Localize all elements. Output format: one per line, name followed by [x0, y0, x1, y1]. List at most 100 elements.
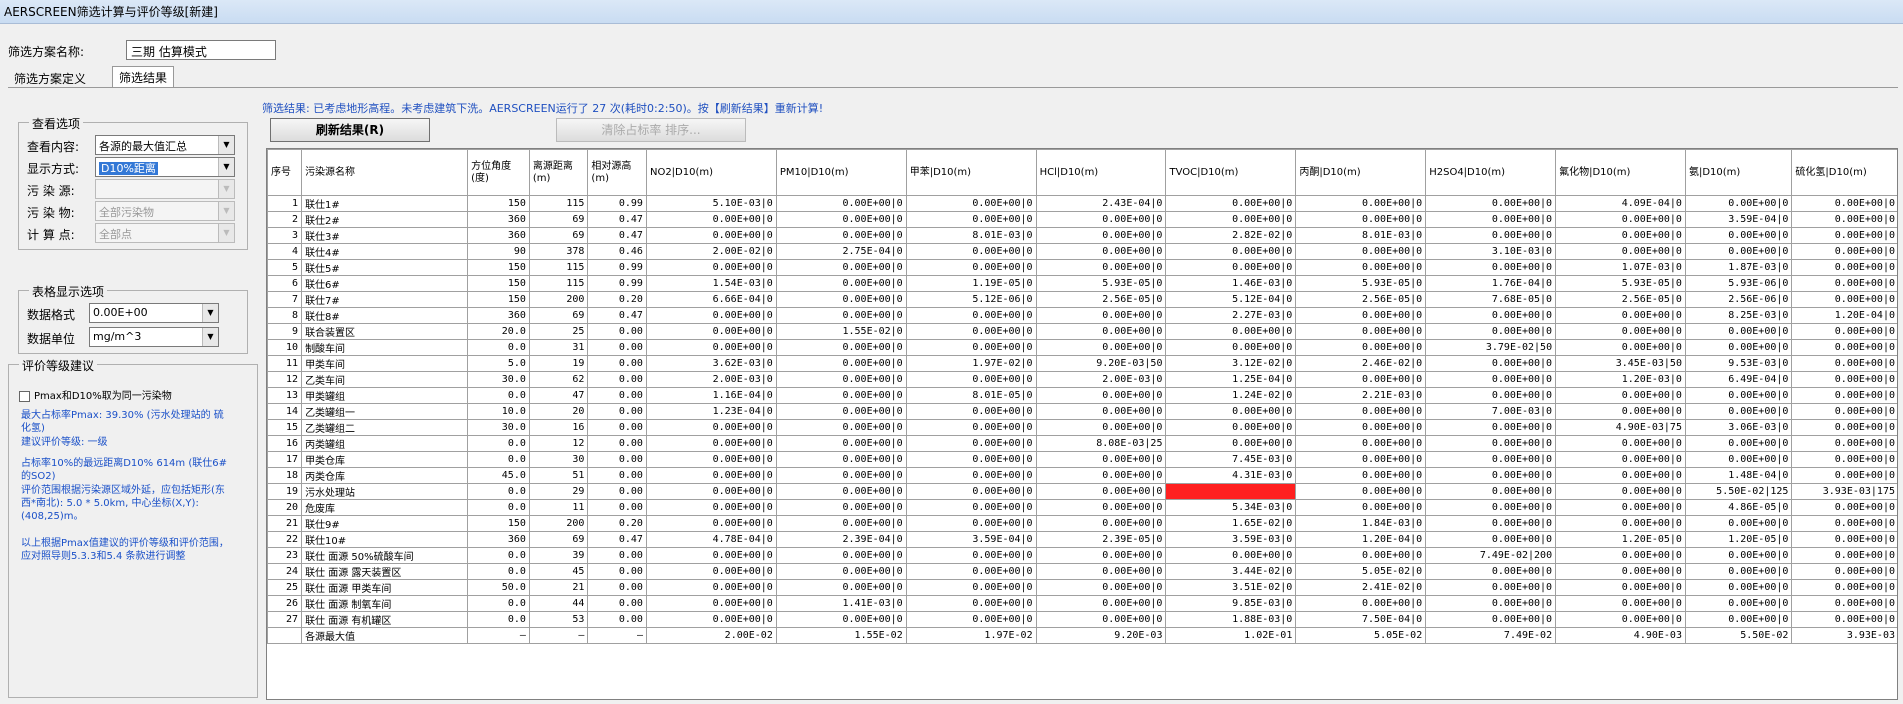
table-cell[interactable]: 联仕 面源 露天装置区 — [301, 563, 469, 580]
table-cell[interactable]: 0.00E+00|0 — [1555, 435, 1686, 452]
table-cell[interactable]: 3.59E-04|0 — [905, 531, 1037, 548]
table-row[interactable]: 14 乙类罐组一 10.0 20 0.00 1.23E-04|0 0.00E+00|0 0.0… — [267, 403, 1897, 420]
table-cell[interactable]: 150 — [467, 275, 530, 292]
table-cell[interactable]: 0.00E+00|0 — [1035, 339, 1167, 356]
table-cell[interactable]: 4.90E-03|75 — [1555, 419, 1686, 436]
table-cell[interactable]: 8.01E-05|0 — [905, 387, 1037, 404]
table-cell[interactable]: 0.0 — [467, 483, 530, 500]
table-cell[interactable]: 1.41E-03|0 — [775, 595, 907, 612]
content-select[interactable]: 各源的最大值汇总 ▼ — [95, 135, 235, 155]
table-cell[interactable]: 联仕6# — [301, 275, 469, 292]
table-cell[interactable]: 0.00E+00|0 — [645, 339, 777, 356]
table-cell[interactable]: 联仕1# — [301, 195, 469, 212]
max-row[interactable]: 各源最大值 — — —2.00E-02 1.55E-02 1.97E-02 9.20E-03… — [267, 627, 1897, 644]
table-cell[interactable]: 4.90E-03 — [1555, 627, 1686, 644]
table-cell[interactable]: 0.00E+00|0 — [1684, 339, 1793, 356]
table-cell[interactable]: 0.00E+00|0 — [1791, 451, 1897, 468]
table-cell[interactable]: 0.00E+00|0 — [905, 611, 1037, 628]
table-cell[interactable]: 5.12E-04|0 — [1165, 291, 1297, 308]
table-cell[interactable]: 0.00 — [587, 387, 647, 404]
table-cell[interactable]: 19 — [528, 355, 589, 372]
table-cell[interactable]: 0.00E+00|0 — [775, 227, 907, 244]
column-header[interactable]: 甲苯|D10(m) — [905, 149, 1037, 196]
table-cell[interactable]: 0.00E+00|0 — [905, 515, 1037, 532]
table-cell[interactable]: 2.27E-03|0 — [1165, 307, 1297, 324]
table-cell[interactable]: 乙类罐组一 — [301, 403, 469, 420]
table-cell[interactable]: 0.00E+00|0 — [905, 435, 1037, 452]
table-cell[interactable]: 7.49E-02 — [1425, 627, 1557, 644]
table-cell[interactable]: 联仕 面源 50%硫酸车间 — [301, 547, 469, 564]
table-cell[interactable]: 0.00E+00|0 — [1165, 323, 1297, 340]
table-cell[interactable]: 联仕8# — [301, 307, 469, 324]
table-cell[interactable]: 0.00 — [587, 323, 647, 340]
table-cell[interactable]: 0.00E+00|0 — [1684, 403, 1793, 420]
table-cell[interactable]: 0.00E+00|0 — [775, 483, 907, 500]
table-cell[interactable]: — — [467, 627, 530, 644]
table-cell[interactable]: 10 — [267, 339, 303, 356]
table-cell[interactable]: 0.00 — [587, 451, 647, 468]
table-cell[interactable]: 3.59E-03|0 — [1165, 531, 1297, 548]
table-cell[interactable]: 21 — [528, 579, 589, 596]
checkbox-box[interactable] — [19, 390, 30, 402]
table-cell[interactable]: 50.0 — [467, 579, 530, 596]
table-cell[interactable]: 0.00E+00|0 — [1791, 563, 1897, 580]
table-row[interactable]: 16 丙类罐组 0.0 12 0.00 0.00E+00|0 0.00E+00|0 0.00E… — [267, 435, 1897, 452]
table-cell[interactable]: 1.20E-04|0 — [1295, 531, 1427, 548]
table-cell[interactable]: 0.00 — [587, 339, 647, 356]
table-cell[interactable]: 0.00E+00|0 — [1555, 467, 1686, 484]
table-cell[interactable]: 0.00E+00|0 — [1791, 195, 1897, 212]
table-cell[interactable]: 24 — [267, 563, 303, 580]
table-cell[interactable]: 5.93E-05|0 — [1295, 275, 1427, 292]
table-cell[interactable]: 10.0 — [467, 403, 530, 420]
table-cell[interactable]: 0.00E+00|0 — [775, 211, 907, 228]
table-cell[interactable]: 0.00E+00|0 — [775, 611, 907, 628]
table-cell[interactable]: 0.00E+00|0 — [775, 435, 907, 452]
table-cell[interactable]: 0.00E+00|0 — [1035, 547, 1167, 564]
table-cell[interactable]: 90 — [467, 243, 530, 260]
table-cell[interactable]: 1.84E-03|0 — [1295, 515, 1427, 532]
table-cell[interactable]: 0.00 — [587, 403, 647, 420]
table-cell[interactable]: 0.0 — [467, 563, 530, 580]
table-cell[interactable]: 0.00E+00|0 — [1425, 499, 1557, 516]
table-cell[interactable]: 0.00E+00|0 — [1295, 243, 1427, 260]
table-cell[interactable]: 0.00E+00|0 — [1425, 323, 1557, 340]
table-cell[interactable]: 1.76E-04|0 — [1425, 275, 1557, 292]
table-cell[interactable]: 0.00E+00|0 — [1555, 339, 1686, 356]
table-cell[interactable]: 360 — [467, 531, 530, 548]
table-cell[interactable]: 3 — [267, 227, 303, 244]
table-cell[interactable]: 0.00 — [587, 547, 647, 564]
table-cell[interactable]: 0.00E+00|0 — [1035, 243, 1167, 260]
table-cell[interactable]: 0.00 — [587, 611, 647, 628]
table-cell[interactable]: 0.0 — [467, 339, 530, 356]
table-cell[interactable]: 0.00E+00|0 — [645, 211, 777, 228]
table-cell[interactable]: 6.66E-04|0 — [645, 291, 777, 308]
table-cell[interactable]: 1.02E-01|0 — [1165, 483, 1297, 500]
table-cell[interactable]: 1.16E-04|0 — [645, 387, 777, 404]
table-cell[interactable]: 1.07E-03|0 — [1555, 259, 1686, 276]
table-cell[interactable]: 0.00E+00|0 — [1555, 483, 1686, 500]
table-cell[interactable]: 2.56E-05|0 — [1555, 291, 1686, 308]
table-cell[interactable]: 0.00 — [587, 563, 647, 580]
table-cell[interactable]: 联合装置区 — [301, 323, 469, 340]
table-cell[interactable]: 39 — [528, 547, 589, 564]
table-cell[interactable]: 3.12E-02|0 — [1165, 355, 1297, 372]
table-cell[interactable]: 2.41E-02|0 — [1295, 579, 1427, 596]
table-cell[interactable]: 2.56E-06|0 — [1684, 291, 1793, 308]
table-cell[interactable]: 8.01E-03|0 — [1295, 227, 1427, 244]
table-cell[interactable]: 联仕 面源 制氧车间 — [301, 595, 469, 612]
column-header[interactable]: PM10|D10(m) — [775, 149, 907, 196]
table-cell[interactable]: 45.0 — [467, 467, 530, 484]
table-cell[interactable]: 0.00E+00|0 — [1425, 419, 1557, 436]
column-header[interactable]: 离源距离(m) — [528, 149, 589, 196]
table-cell[interactable]: 150 — [467, 291, 530, 308]
table-cell[interactable]: 6 — [267, 275, 303, 292]
table-cell[interactable]: 0.00E+00|0 — [905, 563, 1037, 580]
table-row[interactable]: 21 联仕9# 150 200 0.20 0.00E+00|0 0.00E+00|0 0.00… — [267, 515, 1897, 532]
table-cell[interactable]: 8 — [267, 307, 303, 324]
table-cell[interactable]: 0.00 — [587, 355, 647, 372]
table-row[interactable]: 11 甲类车间 5.0 19 0.00 3.62E-03|0 0.00E+00|0 1.97E… — [267, 355, 1897, 372]
table-cell[interactable]: 62 — [528, 371, 589, 388]
column-header[interactable]: 相对源高(m) — [587, 149, 647, 196]
table-cell[interactable]: 0.00E+00|0 — [1425, 259, 1557, 276]
table-cell[interactable]: 0.00E+00|0 — [1684, 323, 1793, 340]
